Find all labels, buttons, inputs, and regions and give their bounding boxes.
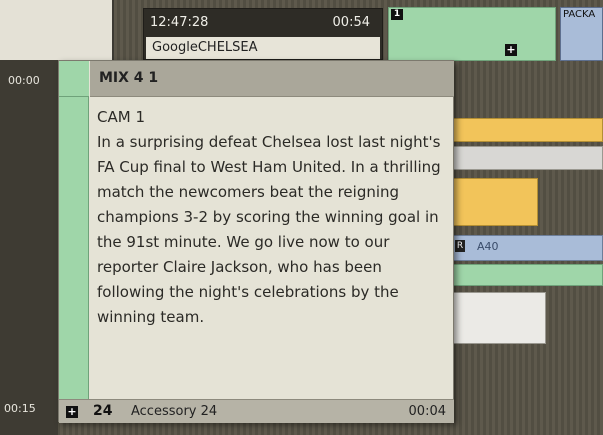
popup-body: CAM 1 In a surprising defeat Chelsea los… [97,105,453,330]
story-duration: 00:54 [332,15,370,30]
timecode-start: 00:00 [8,74,40,87]
popup-title: MIX 4 1 [99,70,159,86]
popup-title-bar: MIX 4 1 [90,61,454,97]
timeline-clip-yellow[interactable] [450,178,538,226]
clip-badge: R [455,240,465,252]
camera-label: CAM 1 [97,108,145,126]
timeline-clip-gray[interactable] [450,146,603,170]
timeline-clip-white[interactable] [450,292,546,344]
left-panel-header [0,0,114,60]
story-detail-popup: MIX 4 1 CAM 1 In a surprising defeat Che… [58,60,454,423]
accessory-duration: 00:04 [408,404,446,419]
story-index-badge: 1 [391,9,403,20]
story-block[interactable] [388,7,556,61]
timeline-clip-green[interactable] [450,264,603,286]
popup-stripe-header [59,61,89,97]
package-block[interactable]: PACKA [560,7,603,61]
timecode-end: 00:15 [4,402,36,415]
accessory-name: Accessory 24 [131,404,218,419]
accessory-number: 24 [93,403,113,419]
story-name-field[interactable]: GoogleCHELSEA [146,37,380,59]
story-header-card[interactable]: 12:47:28 00:54 GoogleCHELSEA [143,8,383,60]
plus-icon[interactable]: + [505,44,517,56]
story-script-text: In a surprising defeat Chelsea lost last… [97,133,441,326]
popup-color-stripe [59,61,89,423]
timecode-column [0,60,58,435]
clock-time: 12:47:28 [150,15,209,30]
popup-footer: + 24 Accessory 24 00:04 [59,399,454,423]
timeline-clip-blue[interactable]: R A40 [450,235,603,261]
timeline-clip-yellow[interactable] [450,118,603,142]
clip-label: A40 [477,240,499,253]
plus-icon[interactable]: + [66,406,78,418]
package-label: PACKA [563,9,596,20]
